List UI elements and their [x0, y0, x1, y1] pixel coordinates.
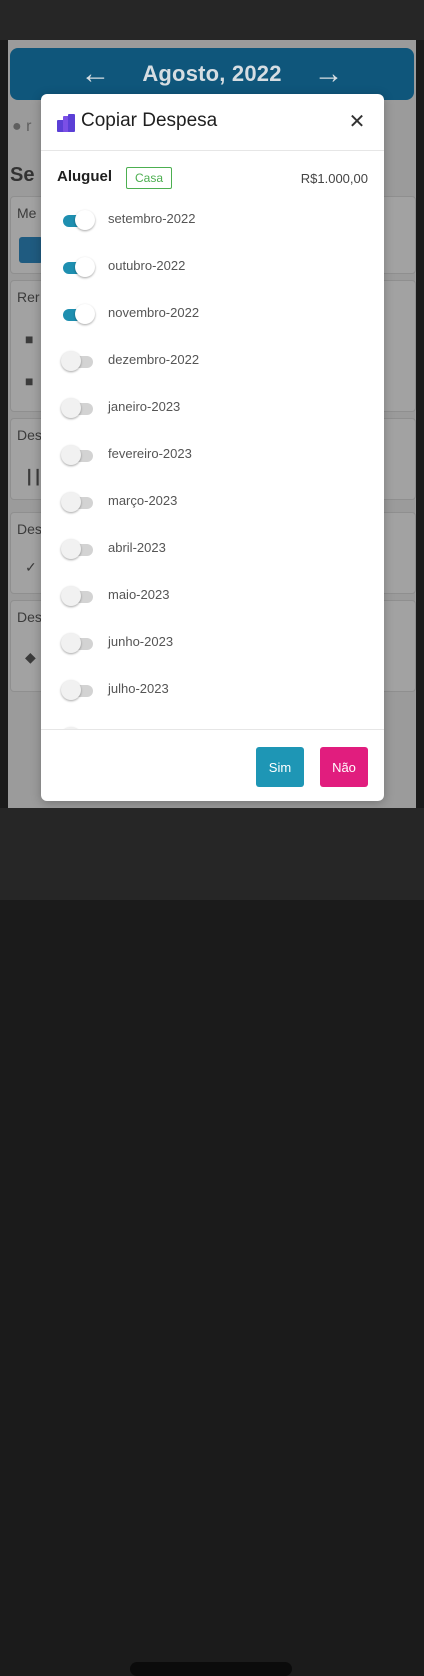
- month-title: Agosto, 2022: [142, 61, 282, 86]
- copy-expense-dialog: Copiar Despesa ✕ Aluguel Casa R$1.000,00…: [41, 94, 384, 801]
- month-label: julho-2023: [108, 681, 169, 696]
- toggle-thumb: [61, 351, 81, 371]
- expense-name: Aluguel: [57, 168, 112, 185]
- toggle-thumb: [61, 633, 81, 653]
- month-toggle[interactable]: [61, 633, 95, 653]
- month-header: ← Agosto, 2022 →: [10, 48, 414, 100]
- month-list: setembro-2022 outubro-2022 novembro-2022 de…: [41, 204, 384, 729]
- month-toggle[interactable]: [61, 492, 95, 512]
- card-button: [19, 237, 43, 263]
- toggle-thumb: [61, 445, 81, 465]
- month-row[interactable]: maio-2023: [41, 580, 384, 627]
- check-icon: ✓: [25, 559, 37, 575]
- month-label: maio-2023: [108, 587, 170, 602]
- toggle-thumb: [61, 539, 81, 559]
- category-badge: Casa: [126, 167, 173, 189]
- month-label: fevereiro-2023: [108, 446, 192, 461]
- month-row[interactable]: março-2023: [41, 486, 384, 533]
- month-toggle[interactable]: [61, 210, 95, 230]
- no-button[interactable]: Não: [320, 747, 368, 787]
- month-row[interactable]: julho-2023: [41, 674, 384, 721]
- dialog-header: Copiar Despesa ✕: [41, 94, 384, 151]
- barcode-icon: ┃┃: [25, 469, 42, 485]
- month-row[interactable]: outubro-2022: [41, 251, 384, 298]
- section-title: Se: [10, 164, 35, 186]
- month-label: outubro-2022: [108, 258, 186, 273]
- month-toggle[interactable]: [61, 445, 95, 465]
- dialog-title: Copiar Despesa: [81, 110, 218, 131]
- user-icon: ●: [12, 118, 22, 135]
- phone-top-bezel: [0, 0, 424, 40]
- toggle-thumb: [61, 586, 81, 606]
- month-toggle[interactable]: [61, 304, 95, 324]
- close-icon[interactable]: ✕: [344, 108, 370, 134]
- toggle-thumb: [61, 680, 81, 700]
- arrow-right-icon[interactable]: →: [314, 59, 344, 89]
- month-toggle[interactable]: [61, 398, 95, 418]
- card-label: Des: [17, 521, 42, 537]
- dialog-footer: Sim Não: [41, 729, 384, 801]
- card-label: Des: [17, 427, 42, 443]
- toggle-thumb: [75, 304, 95, 324]
- month-row[interactable]: setembro-2022: [41, 204, 384, 251]
- card-label: Des: [17, 609, 42, 625]
- yes-button[interactable]: Sim: [256, 747, 304, 787]
- month-toggle[interactable]: [61, 586, 95, 606]
- card-label: Rer: [17, 289, 40, 305]
- month-label: setembro-2022: [108, 211, 196, 226]
- month-label: janeiro-2023: [108, 399, 181, 414]
- wallet-icon: ■: [25, 373, 34, 389]
- phone-bottom-bezel: [0, 808, 424, 1676]
- month-label: abril-2023: [108, 540, 166, 555]
- toggle-thumb: [75, 257, 95, 277]
- card-label: Me: [17, 205, 37, 221]
- tag-icon: ◆: [25, 649, 36, 665]
- month-toggle[interactable]: [61, 680, 95, 700]
- month-row[interactable]: dezembro-2022: [41, 345, 384, 392]
- month-label: junho-2023: [108, 634, 174, 649]
- month-toggle[interactable]: [61, 539, 95, 559]
- month-row[interactable]: novembro-2022: [41, 298, 384, 345]
- wallet-icon: ■: [25, 331, 34, 347]
- month-row[interactable]: janeiro-2023: [41, 392, 384, 439]
- month-toggle[interactable]: [61, 351, 95, 371]
- month-toggle[interactable]: [61, 257, 95, 277]
- expense-amount: R$1.000,00: [300, 171, 368, 186]
- month-row[interactable]: abril-2023: [41, 533, 384, 580]
- toggle-thumb: [61, 398, 81, 418]
- user-row: ● r: [12, 118, 31, 136]
- month-label: dezembro-2022: [108, 352, 200, 367]
- arrow-left-icon[interactable]: ←: [80, 59, 110, 89]
- month-row[interactable]: fevereiro-2023: [41, 439, 384, 486]
- user-text: r: [26, 118, 32, 135]
- home-indicator: [130, 1662, 292, 1676]
- month-row[interactable]: agosto-2023: [41, 721, 384, 729]
- month-label: março-2023: [108, 493, 178, 508]
- toggle-thumb: [61, 492, 81, 512]
- copy-icon: [57, 114, 75, 132]
- month-row[interactable]: junho-2023: [41, 627, 384, 674]
- toggle-thumb: [75, 210, 95, 230]
- month-label: novembro-2022: [108, 305, 200, 320]
